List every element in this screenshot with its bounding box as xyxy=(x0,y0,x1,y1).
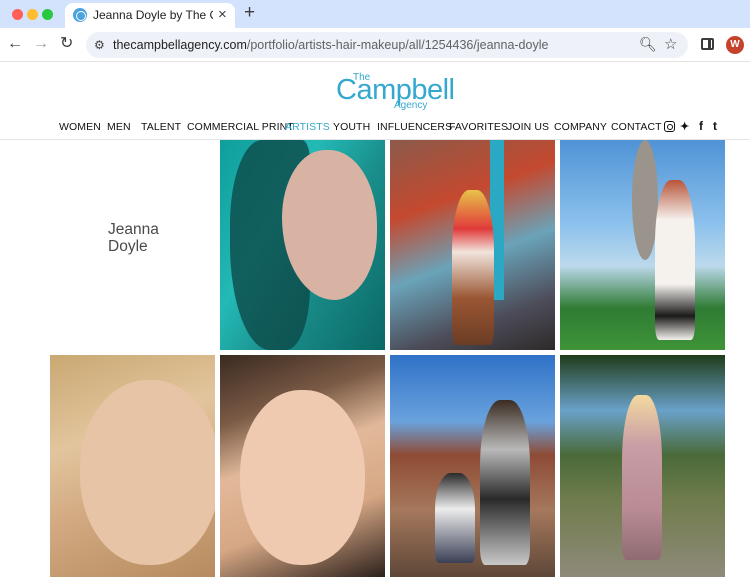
artist-name: Jeanna Doyle xyxy=(108,221,159,255)
site-info-icon[interactable]: ⚙ xyxy=(94,37,105,53)
photo-figure xyxy=(452,190,494,345)
browser-toolbar: ← → ↻ ⚙ thecampbellagency.com/portfolio/… xyxy=(0,28,750,62)
back-arrow-icon[interactable]: ← xyxy=(7,35,23,53)
artist-last-name: Doyle xyxy=(108,238,148,255)
nav-artists[interactable]: ARTISTS xyxy=(285,121,330,133)
forward-arrow-icon[interactable]: → xyxy=(33,35,49,53)
nav-men[interactable]: MEN xyxy=(107,121,131,133)
site-logo[interactable]: The Campbell Agency xyxy=(336,70,455,112)
tab-title: Jeanna Doyle by The Campbell xyxy=(93,8,213,22)
photo-figure xyxy=(480,400,530,565)
nav-commercial-print[interactable]: COMMERCIAL PRINT xyxy=(187,121,294,133)
avatar[interactable]: W xyxy=(726,36,744,54)
photo-figure xyxy=(622,395,662,560)
nav-join-us[interactable]: JOIN US xyxy=(507,121,549,133)
logo-agency: Agency xyxy=(394,100,428,111)
photo-figure xyxy=(80,380,215,565)
close-window-button[interactable] xyxy=(12,9,23,20)
photo-figure xyxy=(435,473,475,563)
zoom-icon[interactable]: 🔍︎ xyxy=(639,36,657,53)
portfolio-photo-5[interactable] xyxy=(220,355,385,577)
new-tab-button[interactable]: + xyxy=(244,3,255,23)
portfolio-photo-4[interactable] xyxy=(50,355,215,577)
nav-women[interactable]: WOMEN xyxy=(59,121,101,133)
portfolio-photo-1[interactable] xyxy=(220,140,385,350)
address-bar[interactable]: ⚙ thecampbellagency.com/portfolio/artist… xyxy=(86,32,688,58)
site-favicon-icon xyxy=(73,8,87,22)
url-domain: thecampbellagency.com xyxy=(113,38,247,52)
nav-talent[interactable]: TALENT xyxy=(141,121,181,133)
photo-figure xyxy=(655,180,695,340)
tumblr-icon[interactable]: t xyxy=(713,119,717,133)
main-navigation: WOMEN MEN TALENT COMMERCIAL PRINT ARTIST… xyxy=(0,119,750,137)
maximize-window-button[interactable] xyxy=(42,9,53,20)
facebook-icon[interactable]: f xyxy=(699,119,703,133)
tab-close-icon[interactable]: × xyxy=(218,7,227,23)
portfolio-photo-7[interactable] xyxy=(560,355,725,577)
portfolio-photo-6[interactable] xyxy=(390,355,555,577)
browser-tab-bar: Jeanna Doyle by The Campbell × + xyxy=(0,0,750,28)
nav-youth[interactable]: YOUTH xyxy=(333,121,370,133)
nav-company[interactable]: COMPANY xyxy=(554,121,607,133)
side-panel-icon[interactable] xyxy=(701,38,714,50)
photo-figure xyxy=(240,390,365,565)
portfolio-photo-3[interactable] xyxy=(560,140,725,350)
star-icon[interactable]: ☆ xyxy=(664,35,677,53)
url-text[interactable]: thecampbellagency.com/portfolio/artists-… xyxy=(113,37,548,53)
browser-tab-active[interactable]: Jeanna Doyle by The Campbell × xyxy=(65,3,235,28)
portfolio-photo-2[interactable] xyxy=(390,140,555,350)
instagram-icon[interactable] xyxy=(664,121,675,132)
nav-influencers[interactable]: INFLUENCERS xyxy=(377,121,452,133)
nav-contact[interactable]: CONTACT xyxy=(611,121,662,133)
reload-icon[interactable]: ↻ xyxy=(60,35,73,53)
minimize-window-button[interactable] xyxy=(27,9,38,20)
nav-favorites[interactable]: FAVORITES xyxy=(449,121,508,133)
twitter-icon[interactable]: ✦ xyxy=(680,120,689,133)
artist-first-name: Jeanna xyxy=(108,221,159,238)
url-path: /portfolio/artists-hair-makeup/all/12544… xyxy=(246,38,549,52)
